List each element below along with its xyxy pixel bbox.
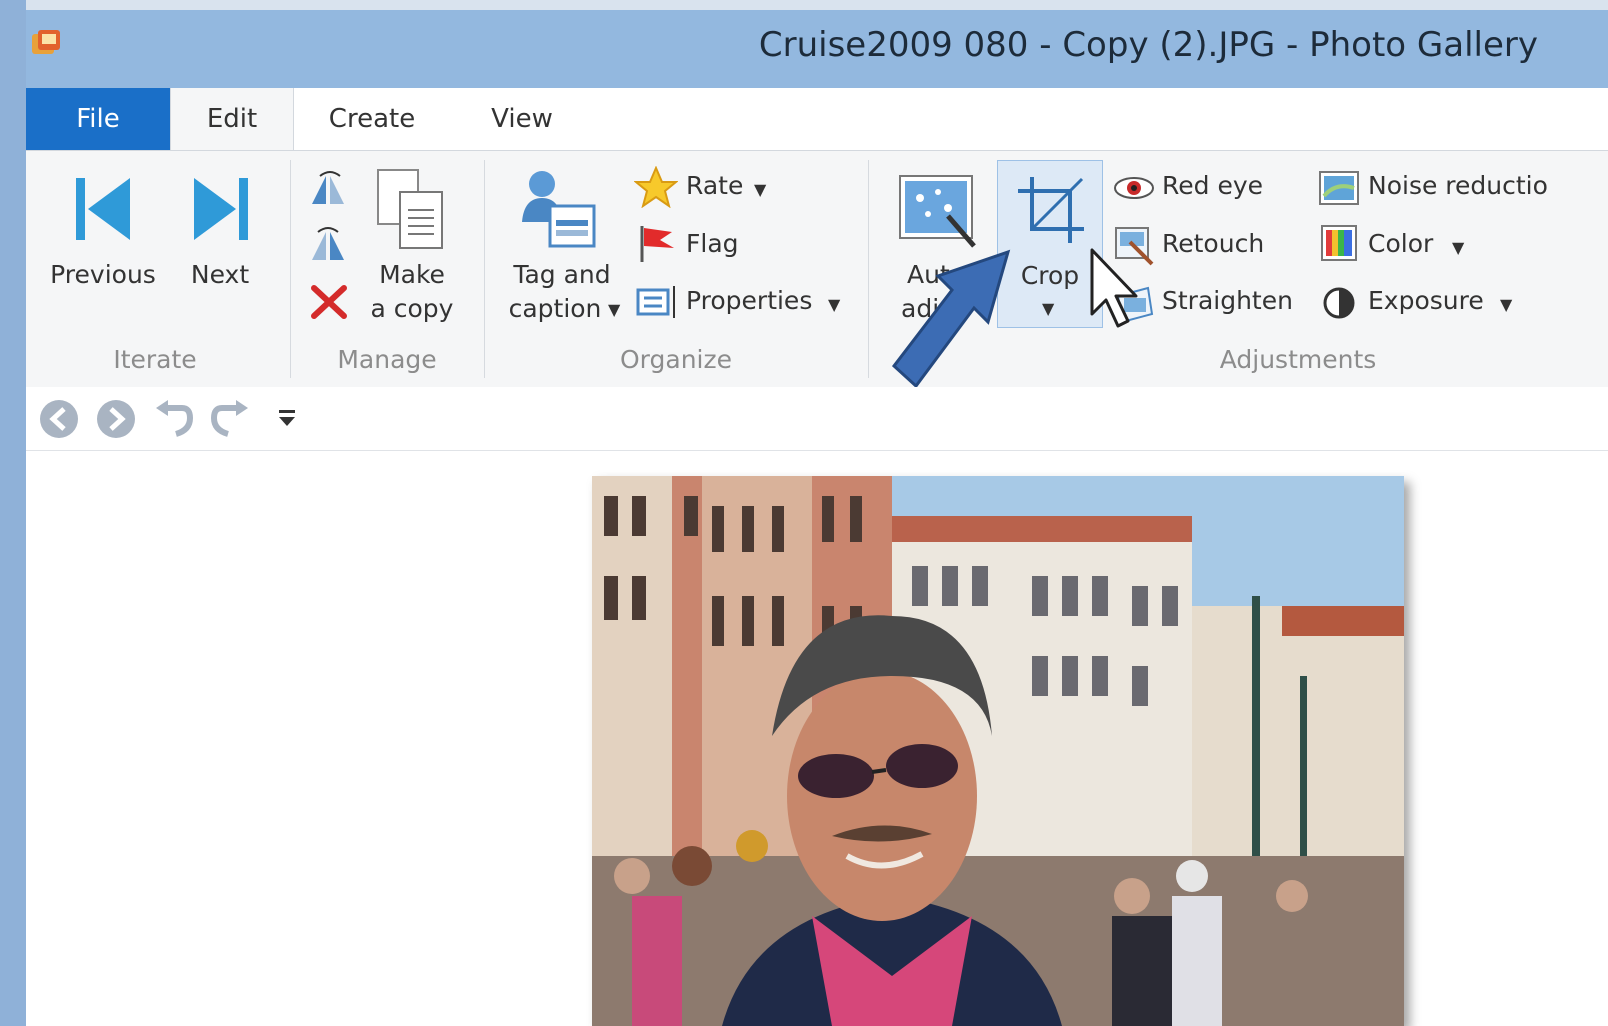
- previous-label: Previous: [50, 260, 156, 289]
- properties-label: Properties: [686, 286, 813, 315]
- tag-caption-label-line2: caption: [508, 294, 602, 323]
- red-eye-button[interactable]: Red eye: [1112, 166, 1312, 210]
- make-copy-label-line2: a copy: [370, 294, 454, 323]
- back-icon[interactable]: [38, 398, 80, 440]
- properties-button[interactable]: Properties ▼: [634, 280, 864, 324]
- tag-caption-label-line1: Tag and: [513, 260, 611, 289]
- quick-access-toolbar: [26, 387, 1608, 451]
- rate-dropdown-arrow: ▼: [754, 180, 767, 199]
- next-label: Next: [190, 260, 250, 289]
- previous-icon: [76, 178, 130, 240]
- tag-caption-dropdown-arrow: ▼: [608, 300, 621, 319]
- color-dropdown-arrow: ▼: [1452, 238, 1465, 257]
- photo-image: [592, 476, 1404, 1026]
- red-eye-label: Red eye: [1162, 171, 1264, 200]
- tab-create[interactable]: Create: [312, 88, 432, 150]
- mouse-cursor-icon: [1090, 248, 1138, 328]
- top-strip: [0, 0, 1608, 10]
- color-icon: [1321, 225, 1357, 261]
- annotation-arrow: [891, 249, 1011, 389]
- tab-file[interactable]: File: [26, 88, 170, 150]
- color-label: Color: [1368, 229, 1434, 258]
- make-copy-button[interactable]: Make a copy: [362, 162, 462, 332]
- flag-label: Flag: [686, 229, 739, 258]
- group-separator: [484, 160, 485, 378]
- group-label-organize: Organize: [620, 345, 732, 374]
- group-separator: [290, 160, 291, 378]
- delete-icon[interactable]: [308, 282, 350, 322]
- exposure-label: Exposure: [1368, 286, 1484, 315]
- exposure-button[interactable]: Exposure ▼: [1318, 280, 1538, 324]
- red-eye-icon: [1114, 177, 1154, 199]
- forward-icon[interactable]: [95, 398, 137, 440]
- properties-dropdown-arrow: ▼: [828, 295, 841, 314]
- auto-adjust-icon: [899, 175, 976, 248]
- group-label-adjustments: Adjustments: [1219, 345, 1377, 374]
- group-label-manage: Manage: [337, 345, 437, 374]
- photo-preview[interactable]: [592, 476, 1404, 1026]
- noise-reduction-icon: [1319, 171, 1359, 205]
- customize-icon[interactable]: [277, 408, 297, 430]
- retouch-label: Retouch: [1162, 229, 1265, 258]
- previous-button[interactable]: Previous: [40, 168, 166, 328]
- group-label-iterate: Iterate: [113, 345, 197, 374]
- window-frame-left: [0, 0, 26, 1026]
- undo-icon[interactable]: [154, 398, 194, 438]
- exposure-icon: [1323, 287, 1355, 319]
- make-copy-label-line1: Make: [379, 260, 445, 289]
- crop-icon: [1018, 177, 1084, 243]
- next-icon: [194, 178, 248, 240]
- flag-icon: [640, 226, 674, 262]
- tag-icon: [522, 171, 596, 248]
- noise-reduction-button[interactable]: Noise reductio: [1318, 166, 1608, 210]
- star-icon: [634, 166, 678, 208]
- rate-label: Rate: [686, 171, 744, 200]
- rate-button[interactable]: Rate ▼: [634, 166, 784, 208]
- flag-button[interactable]: Flag: [634, 222, 784, 266]
- rotate-left-icon[interactable]: [306, 168, 352, 208]
- noise-reduction-label: Noise reductio: [1368, 171, 1548, 200]
- color-button[interactable]: Color ▼: [1318, 222, 1518, 266]
- group-separator: [868, 160, 869, 378]
- redo-icon[interactable]: [210, 398, 250, 438]
- app-icon[interactable]: [30, 28, 62, 60]
- tag-and-caption-button[interactable]: Tag and caption ▼: [494, 162, 630, 332]
- copy-icon: [377, 169, 443, 249]
- crop-dropdown-arrow: ▼: [1042, 299, 1055, 318]
- window-title: Cruise2009 080 - Copy (2).JPG - Photo Ga…: [758, 25, 1538, 65]
- tab-view[interactable]: View: [470, 88, 574, 150]
- straighten-label: Straighten: [1162, 286, 1293, 315]
- next-button[interactable]: Next: [170, 168, 270, 328]
- rotate-right-icon[interactable]: [306, 224, 352, 264]
- tab-edit[interactable]: Edit: [170, 88, 294, 150]
- exposure-dropdown-arrow: ▼: [1500, 295, 1513, 314]
- properties-icon: [636, 286, 675, 318]
